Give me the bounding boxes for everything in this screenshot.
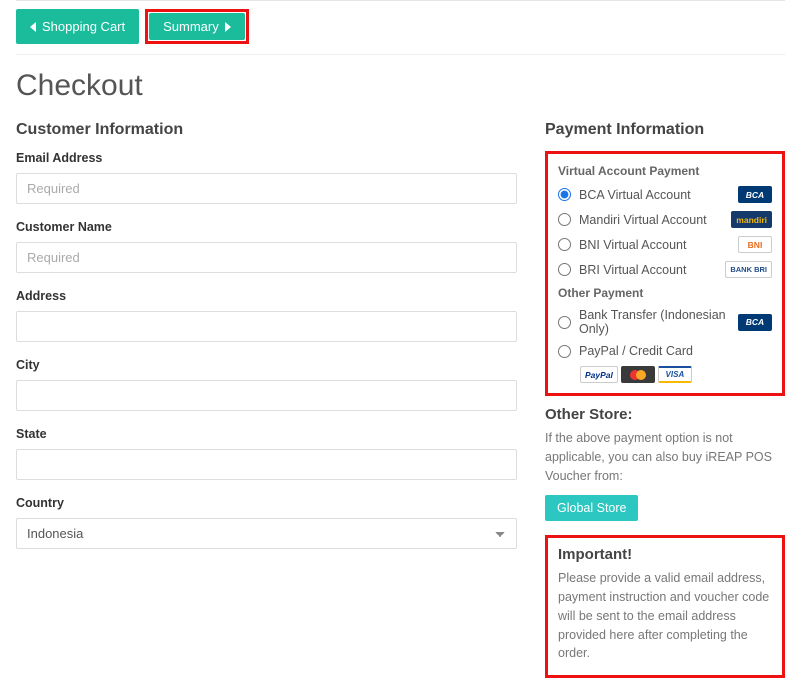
bni-radio[interactable] xyxy=(558,238,571,251)
mandiri-option[interactable]: Mandiri Virtual Account mandiri xyxy=(558,211,772,228)
paypal-badge-icon: PayPal xyxy=(580,366,618,383)
customer-info-heading: Customer Information xyxy=(16,121,517,139)
summary-button[interactable]: Summary xyxy=(149,13,245,40)
city-label: City xyxy=(16,358,517,372)
other-store-heading: Other Store: xyxy=(545,406,785,423)
country-select[interactable]: Indonesia xyxy=(16,518,517,549)
mandiri-label: Mandiri Virtual Account xyxy=(579,213,723,227)
mastercard-badge-icon xyxy=(621,366,655,383)
page-title: Checkout xyxy=(16,69,785,103)
bri-radio[interactable] xyxy=(558,263,571,276)
va-heading: Virtual Account Payment xyxy=(558,164,772,178)
bri-badge-icon: BANK BRI xyxy=(725,261,772,278)
mandiri-badge-icon: mandiri xyxy=(731,211,772,228)
bank-transfer-label: Bank Transfer (Indonesian Only) xyxy=(579,308,730,336)
bca-option[interactable]: BCA Virtual Account BCA xyxy=(558,186,772,203)
summary-label: Summary xyxy=(163,19,219,34)
other-store-text: If the above payment option is not appli… xyxy=(545,429,785,485)
important-heading: Important! xyxy=(558,546,772,563)
visa-badge-icon: VISA xyxy=(658,366,692,383)
bni-label: BNI Virtual Account xyxy=(579,238,730,252)
bca-label: BCA Virtual Account xyxy=(579,188,730,202)
state-label: State xyxy=(16,427,517,441)
name-label: Customer Name xyxy=(16,220,517,234)
paypal-option[interactable]: PayPal / Credit Card xyxy=(558,344,772,358)
email-label: Email Address xyxy=(16,151,517,165)
summary-highlight: Summary xyxy=(145,9,249,44)
important-box: Important! Please provide a valid email … xyxy=(545,535,785,678)
arrow-left-icon xyxy=(30,22,36,32)
shopping-cart-button[interactable]: Shopping Cart xyxy=(16,9,139,44)
bank-transfer-radio[interactable] xyxy=(558,316,571,329)
mandiri-radio[interactable] xyxy=(558,213,571,226)
bca-radio[interactable] xyxy=(558,188,571,201)
global-store-button[interactable]: Global Store xyxy=(545,495,638,521)
bni-option[interactable]: BNI Virtual Account BNI xyxy=(558,236,772,253)
city-field[interactable] xyxy=(16,380,517,411)
country-label: Country xyxy=(16,496,517,510)
bank-transfer-option[interactable]: Bank Transfer (Indonesian Only) BCA xyxy=(558,308,772,336)
shopping-cart-label: Shopping Cart xyxy=(42,19,125,34)
address-label: Address xyxy=(16,289,517,303)
payment-info-heading: Payment Information xyxy=(545,121,785,139)
bank-bca-badge-icon: BCA xyxy=(738,314,772,331)
bri-option[interactable]: BRI Virtual Account BANK BRI xyxy=(558,261,772,278)
important-text: Please provide a valid email address, pa… xyxy=(558,569,772,663)
other-payment-heading: Other Payment xyxy=(558,286,772,300)
email-field[interactable] xyxy=(16,173,517,204)
paypal-label: PayPal / Credit Card xyxy=(579,344,772,358)
card-badges: PayPal VISA xyxy=(580,366,772,383)
bni-badge-icon: BNI xyxy=(738,236,772,253)
address-field[interactable] xyxy=(16,311,517,342)
bca-badge-icon: BCA xyxy=(738,186,772,203)
arrow-right-icon xyxy=(225,22,231,32)
payment-options-box: Virtual Account Payment BCA Virtual Acco… xyxy=(545,151,785,396)
paypal-radio[interactable] xyxy=(558,345,571,358)
state-field[interactable] xyxy=(16,449,517,480)
customer-name-field[interactable] xyxy=(16,242,517,273)
bri-label: BRI Virtual Account xyxy=(579,263,717,277)
divider xyxy=(16,54,785,55)
